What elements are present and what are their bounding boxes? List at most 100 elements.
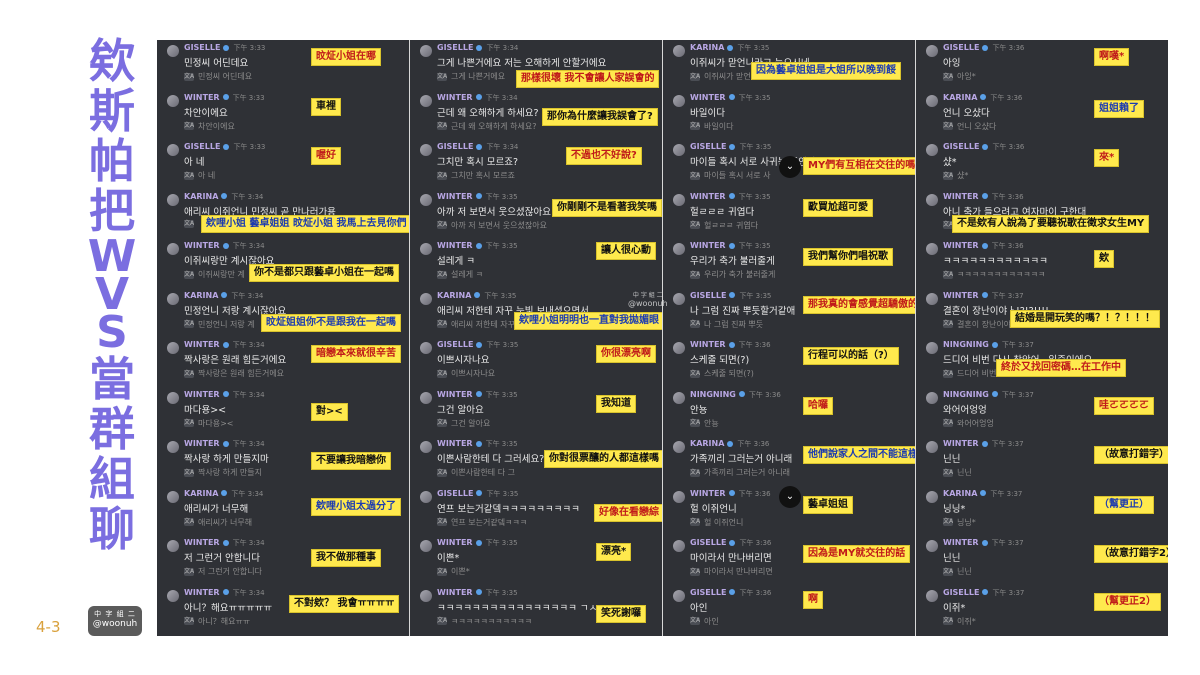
translate-icon[interactable]: 文A [943, 617, 953, 625]
translate-icon[interactable]: 文A [690, 270, 700, 279]
translate-icon[interactable]: 文A [943, 567, 953, 576]
avatar[interactable] [167, 441, 179, 453]
username[interactable]: GISELLE 下午 3:33 [184, 142, 265, 152]
avatar[interactable] [926, 193, 938, 206]
avatar[interactable] [167, 589, 179, 602]
username[interactable]: WINTER 下午 3:35 [437, 192, 518, 202]
avatar[interactable] [926, 144, 938, 156]
avatar[interactable] [926, 441, 938, 453]
username[interactable]: NINGNING 下午 3:36 [690, 390, 781, 400]
avatar[interactable] [673, 144, 685, 156]
avatar[interactable] [673, 243, 685, 255]
username[interactable]: GISELLE 下午 3:37 [943, 588, 1024, 598]
avatar[interactable] [926, 490, 938, 503]
avatar[interactable] [420, 490, 432, 503]
avatar[interactable] [673, 490, 685, 503]
avatar[interactable] [926, 342, 938, 354]
username[interactable]: WINTER 下午 3:37 [943, 291, 1024, 301]
avatar[interactable] [420, 540, 432, 552]
username[interactable]: GISELLE 下午 3:34 [437, 142, 518, 152]
username[interactable]: WINTER 下午 3:34 [184, 439, 265, 449]
avatar[interactable] [926, 94, 938, 107]
scroll-down-button[interactable]: ⌄ [779, 486, 801, 508]
avatar[interactable] [167, 45, 179, 57]
username[interactable]: WINTER 下午 3:35 [437, 588, 518, 598]
username[interactable]: WINTER 下午 3:34 [184, 340, 265, 350]
translate-icon[interactable]: 文A [184, 72, 194, 81]
translate-icon[interactable]: 文A [690, 518, 700, 526]
translate-icon[interactable]: 文A [437, 617, 447, 625]
username[interactable]: WINTER 下午 3:37 [943, 439, 1024, 449]
translate-icon[interactable]: 文A [943, 122, 953, 130]
translate-icon[interactable]: 文A [184, 220, 194, 228]
username[interactable]: WINTER 下午 3:35 [437, 538, 518, 548]
username[interactable]: KARINA 下午 3:34 [184, 192, 263, 202]
translate-icon[interactable]: 文A [184, 270, 194, 279]
translate-icon[interactable]: 文A [184, 617, 194, 625]
translate-icon[interactable]: 文A [437, 567, 447, 576]
avatar[interactable] [167, 243, 179, 255]
username[interactable]: GISELLE 下午 3:33 [184, 43, 265, 53]
translate-icon[interactable]: 文A [437, 122, 447, 130]
translate-icon[interactable]: 文A [437, 369, 447, 378]
translate-icon[interactable]: 文A [184, 122, 194, 130]
avatar[interactable] [926, 243, 938, 255]
username[interactable]: KARINA 下午 3:35 [690, 43, 769, 53]
username[interactable]: WINTER 下午 3:36 [943, 192, 1024, 202]
scroll-down-button[interactable]: ⌄ [779, 156, 801, 178]
translate-icon[interactable]: 文A [690, 221, 700, 229]
translate-icon[interactable]: 文A [437, 320, 447, 328]
username[interactable]: KARINA 下午 3:36 [690, 439, 769, 449]
translate-icon[interactable]: 文A [690, 567, 700, 576]
username[interactable]: WINTER 下午 3:33 [184, 93, 265, 103]
username[interactable]: WINTER 下午 3:36 [690, 340, 771, 350]
translate-icon[interactable]: 文A [184, 468, 194, 477]
translate-icon[interactable]: 文A [690, 617, 700, 625]
username[interactable]: GISELLE 下午 3:34 [437, 43, 518, 53]
avatar[interactable] [673, 292, 685, 305]
avatar[interactable] [167, 144, 179, 156]
translate-icon[interactable]: 文A [184, 419, 194, 427]
username[interactable]: GISELLE 下午 3:36 [690, 538, 771, 548]
translate-icon[interactable]: 文A [437, 468, 447, 477]
username[interactable]: GISELLE 下午 3:36 [943, 43, 1024, 53]
avatar[interactable] [167, 94, 179, 107]
translate-icon[interactable]: 文A [690, 320, 700, 328]
translate-icon[interactable]: 文A [943, 518, 953, 526]
username[interactable]: WINTER 下午 3:35 [690, 93, 771, 103]
avatar[interactable] [673, 45, 685, 57]
username[interactable]: KARINA 下午 3:34 [184, 291, 263, 301]
username[interactable]: KARINA 下午 3:36 [943, 93, 1022, 103]
username[interactable]: KARINA 下午 3:35 [437, 291, 516, 301]
username[interactable]: WINTER 下午 3:35 [690, 192, 771, 202]
avatar[interactable] [167, 391, 179, 404]
avatar[interactable] [420, 144, 432, 156]
avatar[interactable] [420, 391, 432, 404]
translate-icon[interactable]: 文A [437, 221, 447, 229]
translate-icon[interactable]: 文A [943, 320, 953, 328]
username[interactable]: WINTER 下午 3:35 [437, 241, 518, 251]
username[interactable]: GISELLE 下午 3:35 [437, 489, 518, 499]
username[interactable]: WINTER 下午 3:34 [437, 93, 518, 103]
translate-icon[interactable]: 文A [690, 468, 700, 477]
avatar[interactable] [420, 589, 432, 602]
username[interactable]: GISELLE 下午 3:35 [437, 340, 518, 350]
translate-icon[interactable]: 文A [184, 369, 194, 378]
translate-icon[interactable]: 文A [943, 369, 953, 378]
translate-icon[interactable]: 文A [437, 171, 447, 180]
username[interactable]: GISELLE 下午 3:35 [690, 291, 771, 301]
avatar[interactable] [926, 45, 938, 57]
username[interactable]: WINTER 下午 3:36 [690, 489, 771, 499]
translate-icon[interactable]: 文A [690, 72, 700, 81]
avatar[interactable] [926, 589, 938, 602]
avatar[interactable] [673, 342, 685, 354]
avatar[interactable] [167, 540, 179, 552]
username[interactable]: KARINA 下午 3:34 [184, 489, 263, 499]
username[interactable]: GISELLE 下午 3:36 [943, 142, 1024, 152]
translate-icon[interactable]: 文A [943, 171, 953, 180]
avatar[interactable] [420, 342, 432, 354]
translate-icon[interactable]: 文A [437, 270, 447, 279]
username[interactable]: WINTER 下午 3:34 [184, 588, 265, 598]
avatar[interactable] [673, 193, 685, 206]
username[interactable]: WINTER 下午 3:35 [437, 439, 518, 449]
